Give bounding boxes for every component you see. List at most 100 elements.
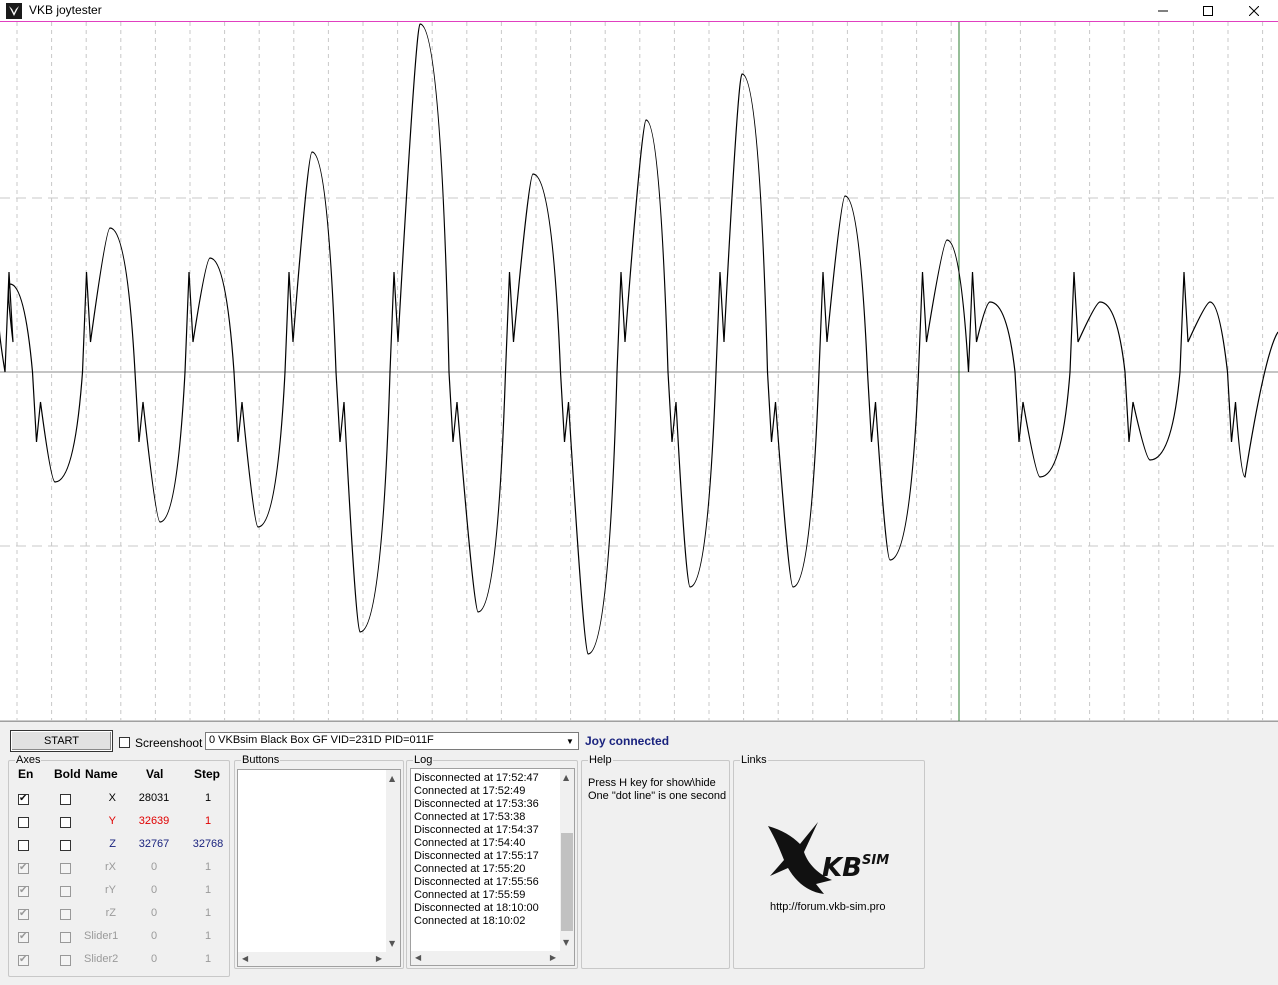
log-entry: Connected at 17:55:59 — [414, 889, 526, 901]
axis-value: 0 — [150, 884, 158, 896]
help-group-title: Help — [589, 754, 612, 766]
close-icon — [1249, 6, 1259, 16]
log-list-vscroll[interactable]: ▲ ▼ — [560, 769, 574, 951]
axis-bold-checkbox[interactable] — [60, 886, 71, 897]
log-entry: Disconnected at 17:55:56 — [414, 876, 539, 888]
log-entry: Disconnected at 17:54:37 — [414, 824, 539, 836]
help-text-line: One "dot line" is one second — [588, 790, 727, 802]
device-dropdown[interactable]: 0 VKBsim Black Box GF VID=231D PID=011F … — [205, 732, 579, 750]
log-entry: Connected at 17:52:49 — [414, 785, 526, 797]
axis-enable-checkbox[interactable] — [18, 953, 29, 966]
start-button[interactable]: START — [10, 730, 113, 752]
axes-header-bold: Bold — [54, 767, 81, 781]
axis-row: Slider2 0 1 — [8, 950, 230, 972]
axis-bold-checkbox[interactable] — [60, 794, 71, 805]
axis-enable-checkbox[interactable] — [18, 884, 29, 897]
scroll-right-icon[interactable]: ▶ — [550, 953, 556, 962]
screenshot-checkbox[interactable] — [119, 737, 130, 748]
window-title: VKB joytester — [29, 3, 102, 17]
axis-bold-checkbox[interactable] — [60, 840, 71, 851]
buttons-list[interactable]: ▲ ▼ ◀ ▶ — [237, 769, 401, 967]
axis-step: 32768 — [192, 838, 224, 850]
vkbsim-logo[interactable]: KB SIM — [762, 818, 894, 901]
axis-name: rX — [105, 861, 116, 873]
log-list-hscroll[interactable]: ◀ ▶ — [411, 951, 574, 965]
axis-value: 0 — [150, 930, 158, 942]
axis-enable-checkbox[interactable] — [18, 861, 29, 874]
connection-status: Joy connected — [585, 734, 670, 748]
axis-bold-checkbox[interactable] — [60, 817, 71, 828]
axis-enable-checkbox[interactable] — [18, 792, 29, 805]
axis-row: rY 0 1 — [8, 881, 230, 903]
axis-bold-checkbox[interactable] — [60, 909, 71, 920]
axis-row: rX 0 1 — [8, 858, 230, 880]
axis-enable-checkbox[interactable] — [18, 817, 29, 828]
buttons-list-vscroll[interactable]: ▲ ▼ — [386, 770, 400, 952]
signal-waveform — [0, 23, 1278, 655]
scroll-down-icon[interactable]: ▼ — [389, 939, 395, 948]
axis-value: 0 — [150, 907, 158, 919]
chevron-down-icon[interactable]: ▼ — [562, 733, 578, 749]
scroll-up-icon[interactable]: ▲ — [563, 773, 569, 782]
device-dropdown-value: 0 VKBsim Black Box GF VID=231D PID=011F — [209, 734, 434, 746]
maximize-button[interactable] — [1185, 0, 1231, 22]
vkb-app-icon — [6, 3, 22, 19]
log-entry: Connected at 17:53:38 — [414, 811, 526, 823]
buttons-group-title: Buttons — [242, 754, 280, 766]
scroll-right-icon[interactable]: ▶ — [376, 954, 382, 963]
minimize-button[interactable] — [1140, 0, 1186, 22]
axis-enable-checkbox[interactable] — [18, 907, 29, 920]
axis-step: 1 — [204, 792, 212, 804]
axis-row: rZ 0 1 — [8, 904, 230, 926]
log-entry: Connected at 18:10:02 — [414, 915, 526, 927]
scroll-down-icon[interactable]: ▼ — [563, 938, 569, 947]
close-button[interactable] — [1231, 0, 1277, 22]
log-entry: Disconnected at 18:10:00 — [414, 902, 539, 914]
axis-bold-checkbox[interactable] — [60, 955, 71, 966]
axis-step: 1 — [204, 907, 212, 919]
log-entry: Disconnected at 17:53:36 — [414, 798, 539, 810]
axis-step: 1 — [204, 953, 212, 965]
axis-step: 1 — [204, 815, 212, 827]
minimize-icon — [1158, 10, 1168, 12]
axis-value: 0 — [150, 861, 158, 873]
buttons-list-hscroll[interactable]: ◀ ▶ — [238, 952, 400, 966]
axis-step: 1 — [204, 861, 212, 873]
axis-enable-checkbox[interactable] — [18, 840, 29, 851]
log-entry: Connected at 17:55:20 — [414, 863, 526, 875]
maximize-icon — [1203, 6, 1213, 16]
forum-link[interactable]: http://forum.vkb-sim.pro — [770, 901, 886, 913]
axes-header-en: En — [18, 767, 34, 781]
axis-name: Slider1 — [84, 930, 119, 942]
axes-header-val: Val — [146, 767, 164, 781]
axis-enable-checkbox[interactable] — [18, 930, 29, 943]
axis-value: 32639 — [138, 815, 170, 827]
scroll-left-icon[interactable]: ◀ — [415, 953, 421, 962]
scroll-left-icon[interactable]: ◀ — [242, 954, 248, 963]
axis-value: 32767 — [138, 838, 170, 850]
help-text-line: Press H key for show\hide — [588, 777, 716, 789]
scroll-up-icon[interactable]: ▲ — [389, 774, 395, 783]
log-list[interactable]: Disconnected at 17:52:47 Connected at 17:… — [410, 768, 575, 966]
links-group-title: Links — [741, 754, 767, 766]
log-group-title: Log — [414, 754, 433, 766]
log-entry: Disconnected at 17:55:17 — [414, 850, 539, 862]
axis-row: Y 32639 1 — [8, 812, 230, 834]
axes-group-title: Axes — [16, 754, 41, 766]
log-entry: Connected at 17:54:40 — [414, 837, 526, 849]
axis-name: rZ — [105, 907, 116, 919]
log-scroll-thumb[interactable] — [561, 833, 573, 931]
title-bar: VKB joytester — [0, 0, 1278, 22]
axis-bold-checkbox[interactable] — [60, 863, 71, 874]
vkbsim-logo-graphic: KB SIM — [768, 822, 889, 894]
log-entry: Disconnected at 17:52:47 — [414, 772, 539, 784]
axis-row: Z 32767 32768 — [8, 835, 230, 857]
axis-name: Z — [109, 838, 116, 850]
axis-value: 28031 — [138, 792, 170, 804]
screenshot-label: Screenshoot — [135, 736, 203, 750]
axis-row: Slider1 0 1 — [8, 927, 230, 949]
axis-step: 1 — [204, 884, 212, 896]
axis-name: Slider2 — [84, 953, 119, 965]
axis-step: 1 — [204, 930, 212, 942]
axis-bold-checkbox[interactable] — [60, 932, 71, 943]
